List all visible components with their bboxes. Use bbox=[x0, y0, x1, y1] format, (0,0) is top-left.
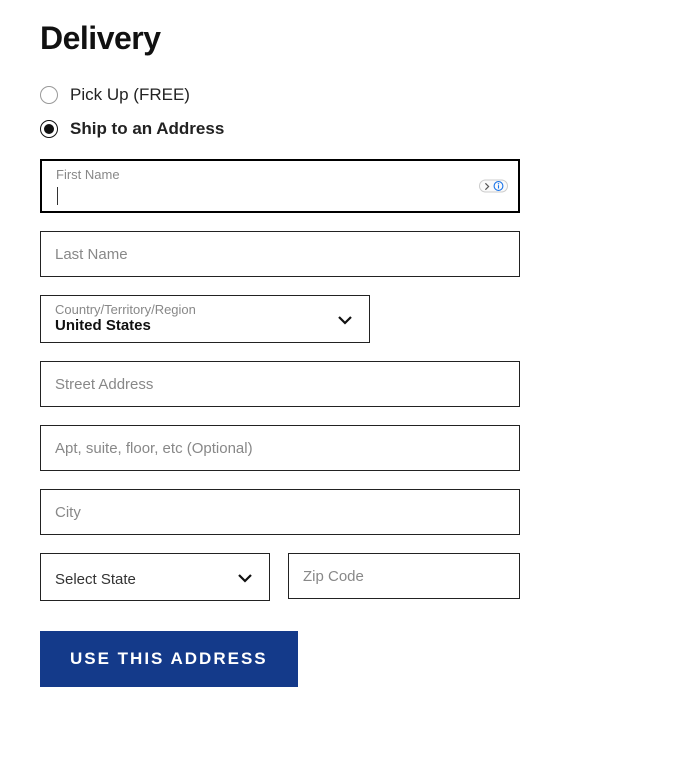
delivery-method-group: Pick Up (FREE) Ship to an Address bbox=[40, 85, 660, 139]
radio-icon bbox=[40, 86, 58, 104]
ship-option[interactable]: Ship to an Address bbox=[40, 119, 660, 139]
radio-icon bbox=[40, 120, 58, 138]
first-name-input[interactable] bbox=[56, 161, 504, 211]
last-name-input[interactable] bbox=[55, 232, 505, 276]
info-icon bbox=[493, 181, 504, 192]
zip-field[interactable] bbox=[288, 553, 520, 599]
pickup-label: Pick Up (FREE) bbox=[70, 85, 190, 105]
city-input[interactable] bbox=[55, 490, 505, 534]
country-select[interactable]: Country/Territory/Region United States bbox=[40, 295, 370, 343]
first-name-label: First Name bbox=[56, 167, 120, 182]
country-label: Country/Territory/Region bbox=[55, 302, 196, 317]
last-name-field[interactable] bbox=[40, 231, 520, 277]
street-address-field[interactable] bbox=[40, 361, 520, 407]
chevron-down-icon bbox=[335, 310, 355, 330]
street-address-input[interactable] bbox=[55, 362, 505, 406]
text-cursor bbox=[57, 187, 58, 205]
zip-input[interactable] bbox=[303, 554, 505, 598]
ship-label: Ship to an Address bbox=[70, 119, 224, 139]
first-name-field[interactable]: First Name bbox=[40, 159, 520, 213]
apt-input[interactable] bbox=[55, 426, 505, 470]
state-select[interactable]: Select State bbox=[40, 553, 270, 601]
city-field[interactable] bbox=[40, 489, 520, 535]
chevron-right-icon bbox=[483, 182, 491, 190]
chevron-down-icon bbox=[235, 568, 255, 588]
radio-selected-dot bbox=[44, 124, 54, 134]
apt-field[interactable] bbox=[40, 425, 520, 471]
page-title: Delivery bbox=[40, 20, 660, 57]
autofill-indicator[interactable] bbox=[479, 180, 508, 193]
use-address-button[interactable]: USE THIS ADDRESS bbox=[40, 631, 298, 687]
state-placeholder: Select State bbox=[55, 571, 136, 596]
country-value: United States bbox=[55, 317, 151, 338]
pickup-option[interactable]: Pick Up (FREE) bbox=[40, 85, 660, 105]
